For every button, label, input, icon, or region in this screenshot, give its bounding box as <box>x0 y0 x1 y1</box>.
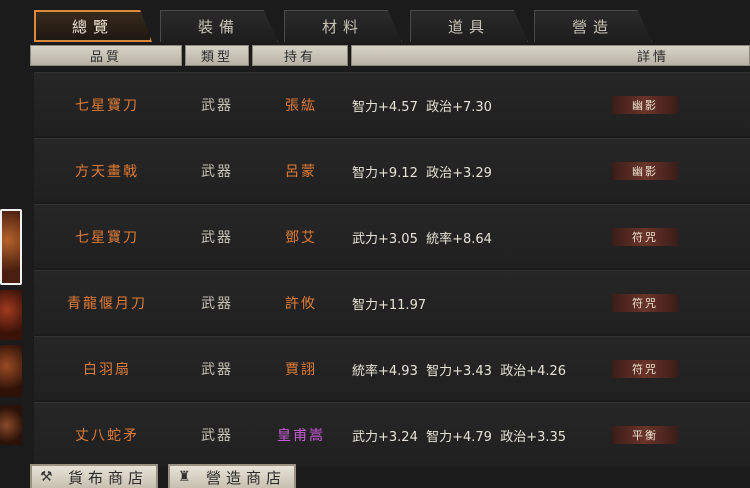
skill-badge[interactable]: 符咒 <box>612 294 678 312</box>
item-holder: 呂蒙 <box>285 164 317 180</box>
skill-badge[interactable]: 幽影 <box>612 162 678 180</box>
item-list: 七星寶刀 武器 張紘 智力+4.57 政治+7.30 幽影 方天畫戟 武器 呂蒙… <box>34 72 750 468</box>
table-header: 品質 類型 持有 詳情 <box>30 45 750 66</box>
portrait[interactable] <box>0 405 22 445</box>
skill-badge-cell: 符咒 <box>612 337 678 401</box>
item-detail: 智力+4.57 政治+7.30 <box>352 99 492 115</box>
item-name: 青龍偃月刀 <box>67 296 147 312</box>
item-name: 丈八蛇矛 <box>75 428 139 444</box>
item-type: 武器 <box>201 362 233 378</box>
item-name: 七星寶刀 <box>75 230 139 246</box>
portrait[interactable] <box>0 290 22 340</box>
column-detail: 詳情 <box>351 45 750 66</box>
build-shop-button-label: 營造商店 <box>206 468 287 487</box>
table-row[interactable]: 方天畫戟 武器 呂蒙 智力+9.12 政治+3.29 幽影 <box>34 138 750 202</box>
skill-badge-cell: 符咒 <box>612 205 678 269</box>
skill-badge[interactable]: 幽影 <box>612 96 678 114</box>
skill-badge[interactable]: 平衡 <box>612 426 678 444</box>
table-row[interactable]: 青龍偃月刀 武器 許攸 智力+11.97 符咒 <box>34 270 750 334</box>
item-type: 武器 <box>201 230 233 246</box>
item-type: 武器 <box>201 296 233 312</box>
item-holder: 許攸 <box>285 296 317 312</box>
tab-bar: 總覽 裝備 材料 道具 營造 <box>34 10 750 44</box>
column-holder[interactable]: 持有 <box>252 45 348 66</box>
item-detail: 武力+3.05 統率+8.64 <box>352 231 492 247</box>
item-type: 武器 <box>201 428 233 444</box>
tab-overview[interactable]: 總覽 <box>34 10 152 42</box>
table-row[interactable]: 七星寶刀 武器 鄧艾 武力+3.05 統率+8.64 符咒 <box>34 204 750 268</box>
table-row[interactable]: 白羽扇 武器 賈詡 統率+4.93 智力+3.43 政治+4.26 符咒 <box>34 336 750 400</box>
tab-equipment[interactable]: 裝備 <box>160 10 278 42</box>
table-row[interactable]: 七星寶刀 武器 張紘 智力+4.57 政治+7.30 幽影 <box>34 72 750 136</box>
tab-construction[interactable]: 營造 <box>534 10 652 42</box>
item-detail: 統率+4.93 智力+3.43 政治+4.26 <box>352 363 567 379</box>
item-name: 白羽扇 <box>83 362 131 378</box>
tower-icon: ♜ <box>178 469 196 485</box>
skill-badge-cell: 幽影 <box>612 73 678 137</box>
column-type[interactable]: 類型 <box>185 45 249 66</box>
item-type: 武器 <box>201 98 233 114</box>
item-name: 方天畫戟 <box>75 164 139 180</box>
hammer-icon: ⚒ <box>40 469 58 485</box>
item-detail: 智力+9.12 政治+3.29 <box>352 165 492 181</box>
portrait-selected[interactable] <box>0 209 22 285</box>
item-holder: 張紘 <box>285 98 317 114</box>
item-name: 七星寶刀 <box>75 98 139 114</box>
tab-items[interactable]: 道具 <box>410 10 528 42</box>
item-detail: 武力+3.24 智力+4.79 政治+3.35 <box>352 429 567 445</box>
build-shop-button[interactable]: ♜ 營造商店 <box>168 464 296 488</box>
skill-badge-cell: 符咒 <box>612 271 678 335</box>
shop-button-label: 貨布商店 <box>68 468 149 487</box>
table-row[interactable]: 丈八蛇矛 武器 皇甫嵩 武力+3.24 智力+4.79 政治+3.35 平衡 <box>34 402 750 466</box>
shop-button[interactable]: ⚒ 貨布商店 <box>30 464 158 488</box>
skill-badge[interactable]: 符咒 <box>612 228 678 246</box>
column-quality[interactable]: 品質 <box>30 45 182 66</box>
item-holder: 皇甫嵩 <box>277 428 325 444</box>
skill-badge[interactable]: 符咒 <box>612 360 678 378</box>
item-type: 武器 <box>201 164 233 180</box>
item-holder: 賈詡 <box>285 362 317 378</box>
portrait[interactable] <box>0 345 22 397</box>
skill-badge-cell: 幽影 <box>612 139 678 203</box>
tab-materials[interactable]: 材料 <box>284 10 402 42</box>
skill-badge-cell: 平衡 <box>612 403 678 467</box>
item-detail: 智力+11.97 <box>352 297 427 313</box>
item-holder: 鄧艾 <box>285 230 317 246</box>
